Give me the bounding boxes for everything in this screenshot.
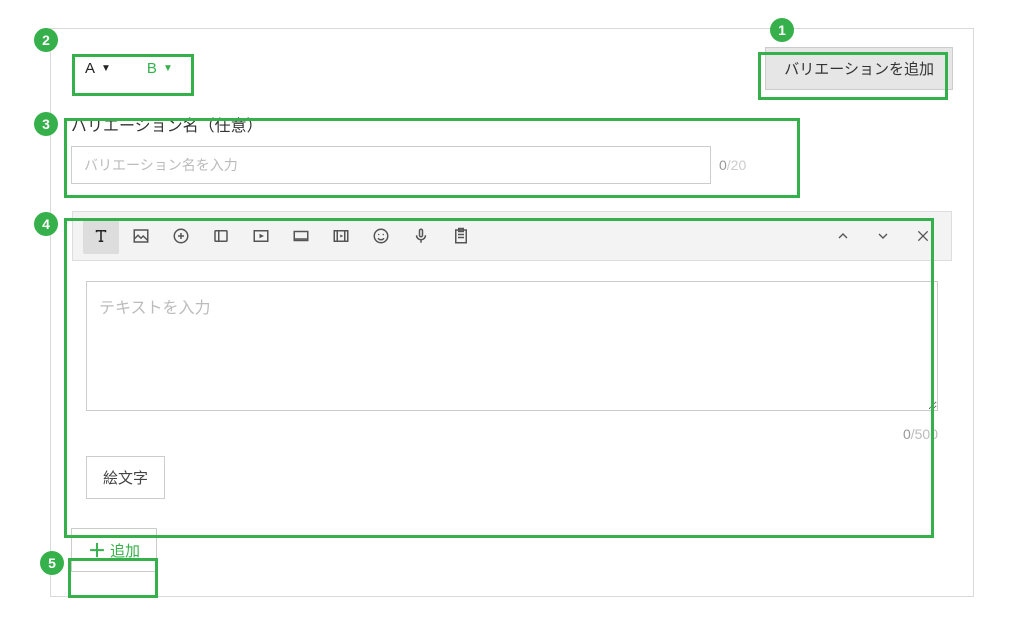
survey-tool-icon[interactable] bbox=[443, 218, 479, 254]
variation-name-row: 0/20 bbox=[71, 146, 953, 184]
coupon-tool-icon[interactable] bbox=[203, 218, 239, 254]
annotation-badge-3: 3 bbox=[34, 112, 58, 136]
message-limit: /500 bbox=[911, 426, 938, 442]
tab-a[interactable]: A ▼ bbox=[71, 54, 125, 83]
top-row: A ▼ B ▼ バリエーションを追加 bbox=[71, 47, 953, 90]
richvideo-tool-icon[interactable] bbox=[323, 218, 359, 254]
editor-toolbar bbox=[72, 211, 952, 261]
voice-tool-icon[interactable] bbox=[403, 218, 439, 254]
message-count: 0 bbox=[903, 426, 911, 442]
variation-name-limit: /20 bbox=[727, 157, 746, 173]
main-panel: A ▼ B ▼ バリエーションを追加 バリエーション名（任意） 0/20 bbox=[50, 28, 974, 597]
tab-a-label: A bbox=[85, 60, 95, 77]
annotation-badge-4: 4 bbox=[34, 212, 58, 236]
variation-name-count: 0 bbox=[719, 157, 727, 173]
tab-b-label: B bbox=[147, 60, 157, 77]
message-counter: 0/500 bbox=[72, 422, 952, 452]
card-tool-icon[interactable] bbox=[283, 218, 319, 254]
image-tool-icon[interactable] bbox=[123, 218, 159, 254]
add-block-label: 追加 bbox=[110, 540, 140, 561]
close-icon[interactable] bbox=[905, 218, 941, 254]
textarea-wrap bbox=[72, 261, 952, 422]
video-tool-icon[interactable] bbox=[243, 218, 279, 254]
emoji-button[interactable]: 絵文字 bbox=[86, 456, 165, 499]
tab-b[interactable]: B ▼ bbox=[133, 54, 187, 83]
text-tool-icon[interactable] bbox=[83, 218, 119, 254]
variation-tabs: A ▼ B ▼ bbox=[71, 54, 187, 83]
emoji-tool-icon[interactable] bbox=[363, 218, 399, 254]
caret-down-icon: ▼ bbox=[101, 63, 111, 74]
move-down-icon[interactable] bbox=[865, 218, 901, 254]
message-textarea[interactable] bbox=[86, 281, 938, 411]
caret-down-icon: ▼ bbox=[163, 63, 173, 74]
add-variation-button[interactable]: バリエーションを追加 bbox=[765, 47, 953, 90]
annotation-badge-2: 2 bbox=[34, 28, 58, 52]
move-up-icon[interactable] bbox=[825, 218, 861, 254]
variation-name-counter: 0/20 bbox=[719, 157, 746, 173]
annotation-badge-5: 5 bbox=[40, 551, 64, 575]
plus-icon: ＋ bbox=[88, 537, 106, 563]
variation-name-input[interactable] bbox=[71, 146, 711, 184]
add-block-button[interactable]: ＋追加 bbox=[71, 528, 157, 572]
variation-name-label: バリエーション名（任意） bbox=[71, 112, 953, 136]
message-editor: 0/500 絵文字 bbox=[71, 210, 953, 500]
annotation-badge-1: 1 bbox=[770, 18, 794, 42]
add-circle-icon[interactable] bbox=[163, 218, 199, 254]
